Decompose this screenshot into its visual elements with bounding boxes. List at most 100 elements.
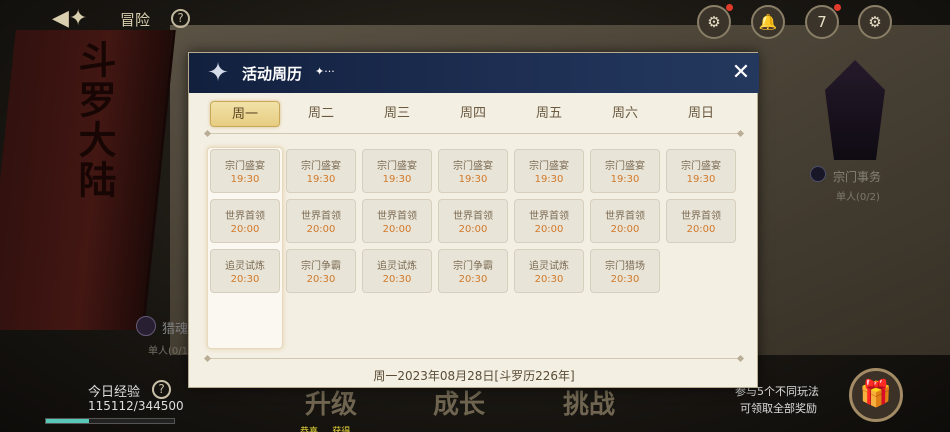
activity-cell[interactable]: 追灵试炼 20:30	[362, 249, 432, 293]
activity-time: 20:00	[230, 224, 260, 235]
divider-ornament	[736, 129, 745, 138]
tab-day-4[interactable]: 周四	[438, 101, 508, 127]
gift-button[interactable]: 🎁	[849, 368, 903, 422]
help-icon[interactable]: ?	[171, 9, 190, 28]
activity-name: 宗门盛宴	[301, 161, 341, 172]
activity-name: 宗门盛宴	[529, 161, 569, 172]
activity-name: 追灵试炼	[529, 261, 569, 272]
event-icon[interactable]: ⚙	[858, 5, 892, 39]
activity-cell[interactable]: 世界首领 20:00	[286, 199, 356, 243]
activity-time: 19:30	[458, 174, 488, 185]
activity-time: 20:30	[230, 274, 260, 285]
activity-time: 19:30	[230, 174, 260, 185]
bell-icon[interactable]: 🔔	[751, 5, 785, 39]
top-bar: ◀✦ 冒险 ? ⚙ 🔔 7 ⚙	[0, 0, 950, 40]
activity-name: 宗门盛宴	[453, 161, 493, 172]
activity-cell[interactable]: 宗门争霸 20:30	[438, 249, 508, 293]
modal-title: 活动周历	[242, 65, 303, 83]
activity-cell[interactable]: 宗门盛宴 19:30	[438, 149, 508, 193]
announcement-ticker: 恭喜 ... 获得 ...	[300, 427, 362, 432]
activity-time: 20:30	[534, 274, 564, 285]
activity-cell[interactable]: 宗门猎场 20:30	[590, 249, 660, 293]
calendar-icon[interactable]: 7	[805, 5, 839, 39]
activity-time: 20:30	[610, 274, 640, 285]
activity-name: 宗门盛宴	[681, 161, 721, 172]
activity-cell[interactable]: 宗门盛宴 19:30	[286, 149, 356, 193]
divider-ornament	[203, 354, 212, 363]
tab-divider	[207, 133, 741, 134]
activity-time: 20:00	[534, 224, 564, 235]
activity-cell[interactable]: 宗门盛宴 19:30	[514, 149, 584, 193]
activity-cell[interactable]: 宗门盛宴 19:30	[666, 149, 736, 193]
tab-day-7[interactable]: 周日	[666, 101, 736, 127]
activity-time: 19:30	[610, 174, 640, 185]
divider-ornament	[736, 354, 745, 363]
back-button[interactable]: ◀✦	[52, 6, 98, 32]
activity-cell[interactable]: 世界首领 20:00	[210, 199, 280, 243]
activity-time: 20:30	[458, 274, 488, 285]
tab-day-3[interactable]: 周三	[362, 101, 432, 127]
activity-cell[interactable]: 追灵试炼 20:30	[514, 249, 584, 293]
activity-time: 20:00	[306, 224, 336, 235]
modal-header: ✦ 活动周历 ✦··· ✕	[189, 53, 759, 93]
activity-name: 世界首领	[681, 211, 721, 222]
calendar-day: 7	[817, 13, 827, 31]
activity-cell[interactable]: 宗门盛宴 19:30	[590, 149, 660, 193]
star-emblem-icon: ✦	[207, 58, 229, 88]
activity-time: 20:30	[306, 274, 336, 285]
challenge-button[interactable]: 挑战	[563, 384, 615, 421]
activity-name: 宗门猎场	[605, 261, 645, 272]
exp-progress-bar	[45, 418, 175, 424]
growth-button[interactable]: 成长	[433, 384, 485, 421]
page-title: 冒险	[120, 11, 151, 29]
activity-time: 20:00	[458, 224, 488, 235]
activity-name: 世界首领	[225, 211, 265, 222]
title-ornament: ✦···	[315, 65, 335, 78]
close-button[interactable]: ✕	[729, 61, 753, 85]
tab-day-1[interactable]: 周一	[210, 101, 280, 127]
activity-name: 世界首领	[605, 211, 645, 222]
activity-calendar-modal: ✦ 活动周历 ✦··· ✕ 周一 周二 周三 周四 周五 周六 周日 宗门盛宴 19:30 世界…	[188, 52, 759, 388]
activity-name: 世界首领	[529, 211, 569, 222]
activity-name: 世界首领	[453, 211, 493, 222]
tab-day-5[interactable]: 周五	[514, 101, 584, 127]
activity-name: 宗门争霸	[453, 261, 493, 272]
activity-name: 宗门盛宴	[605, 161, 645, 172]
activity-cell[interactable]: 宗门盛宴 19:30	[210, 149, 280, 193]
activity-name: 追灵试炼	[377, 261, 417, 272]
activity-name: 世界首领	[377, 211, 417, 222]
gift-icon: 🎁	[859, 379, 893, 409]
activity-time: 19:30	[534, 174, 564, 185]
exp-help-icon[interactable]: ?	[152, 380, 171, 399]
activity-time: 20:00	[686, 224, 716, 235]
current-date: 周一2023年08月28日[斗罗历226年]	[373, 369, 575, 383]
upgrade-button[interactable]: 升级	[305, 384, 357, 421]
activity-name: 宗门盛宴	[377, 161, 417, 172]
activity-name: 追灵试炼	[225, 261, 265, 272]
activity-name: 宗门盛宴	[225, 161, 265, 172]
activity-time: 20:00	[382, 224, 412, 235]
notification-dot	[834, 4, 841, 11]
activity-name: 宗门争霸	[301, 261, 341, 272]
activity-time: 20:30	[382, 274, 412, 285]
exp-progress-fill	[46, 419, 89, 423]
activity-cell[interactable]: 宗门争霸 20:30	[286, 249, 356, 293]
activity-cell[interactable]: 世界首领 20:00	[438, 199, 508, 243]
activity-time: 19:30	[382, 174, 412, 185]
activity-cell[interactable]: 追灵试炼 20:30	[210, 249, 280, 293]
activity-cell[interactable]: 世界首领 20:00	[590, 199, 660, 243]
tab-day-2[interactable]: 周二	[286, 101, 356, 127]
daily-exp-value: 115112/344500	[88, 399, 184, 413]
tab-day-6[interactable]: 周六	[590, 101, 660, 127]
divider-ornament	[203, 129, 212, 138]
activity-cell[interactable]: 世界首领 20:00	[362, 199, 432, 243]
activity-icon[interactable]: ⚙	[697, 5, 731, 39]
activity-cell[interactable]: 世界首领 20:00	[514, 199, 584, 243]
activity-time: 20:00	[610, 224, 640, 235]
activity-time: 19:30	[306, 174, 336, 185]
reward-hint-2: 可领取全部奖励	[740, 402, 817, 415]
activity-cell[interactable]: 世界首领 20:00	[666, 199, 736, 243]
activity-cell[interactable]: 宗门盛宴 19:30	[362, 149, 432, 193]
activity-time: 19:30	[686, 174, 716, 185]
activity-name: 世界首领	[301, 211, 341, 222]
